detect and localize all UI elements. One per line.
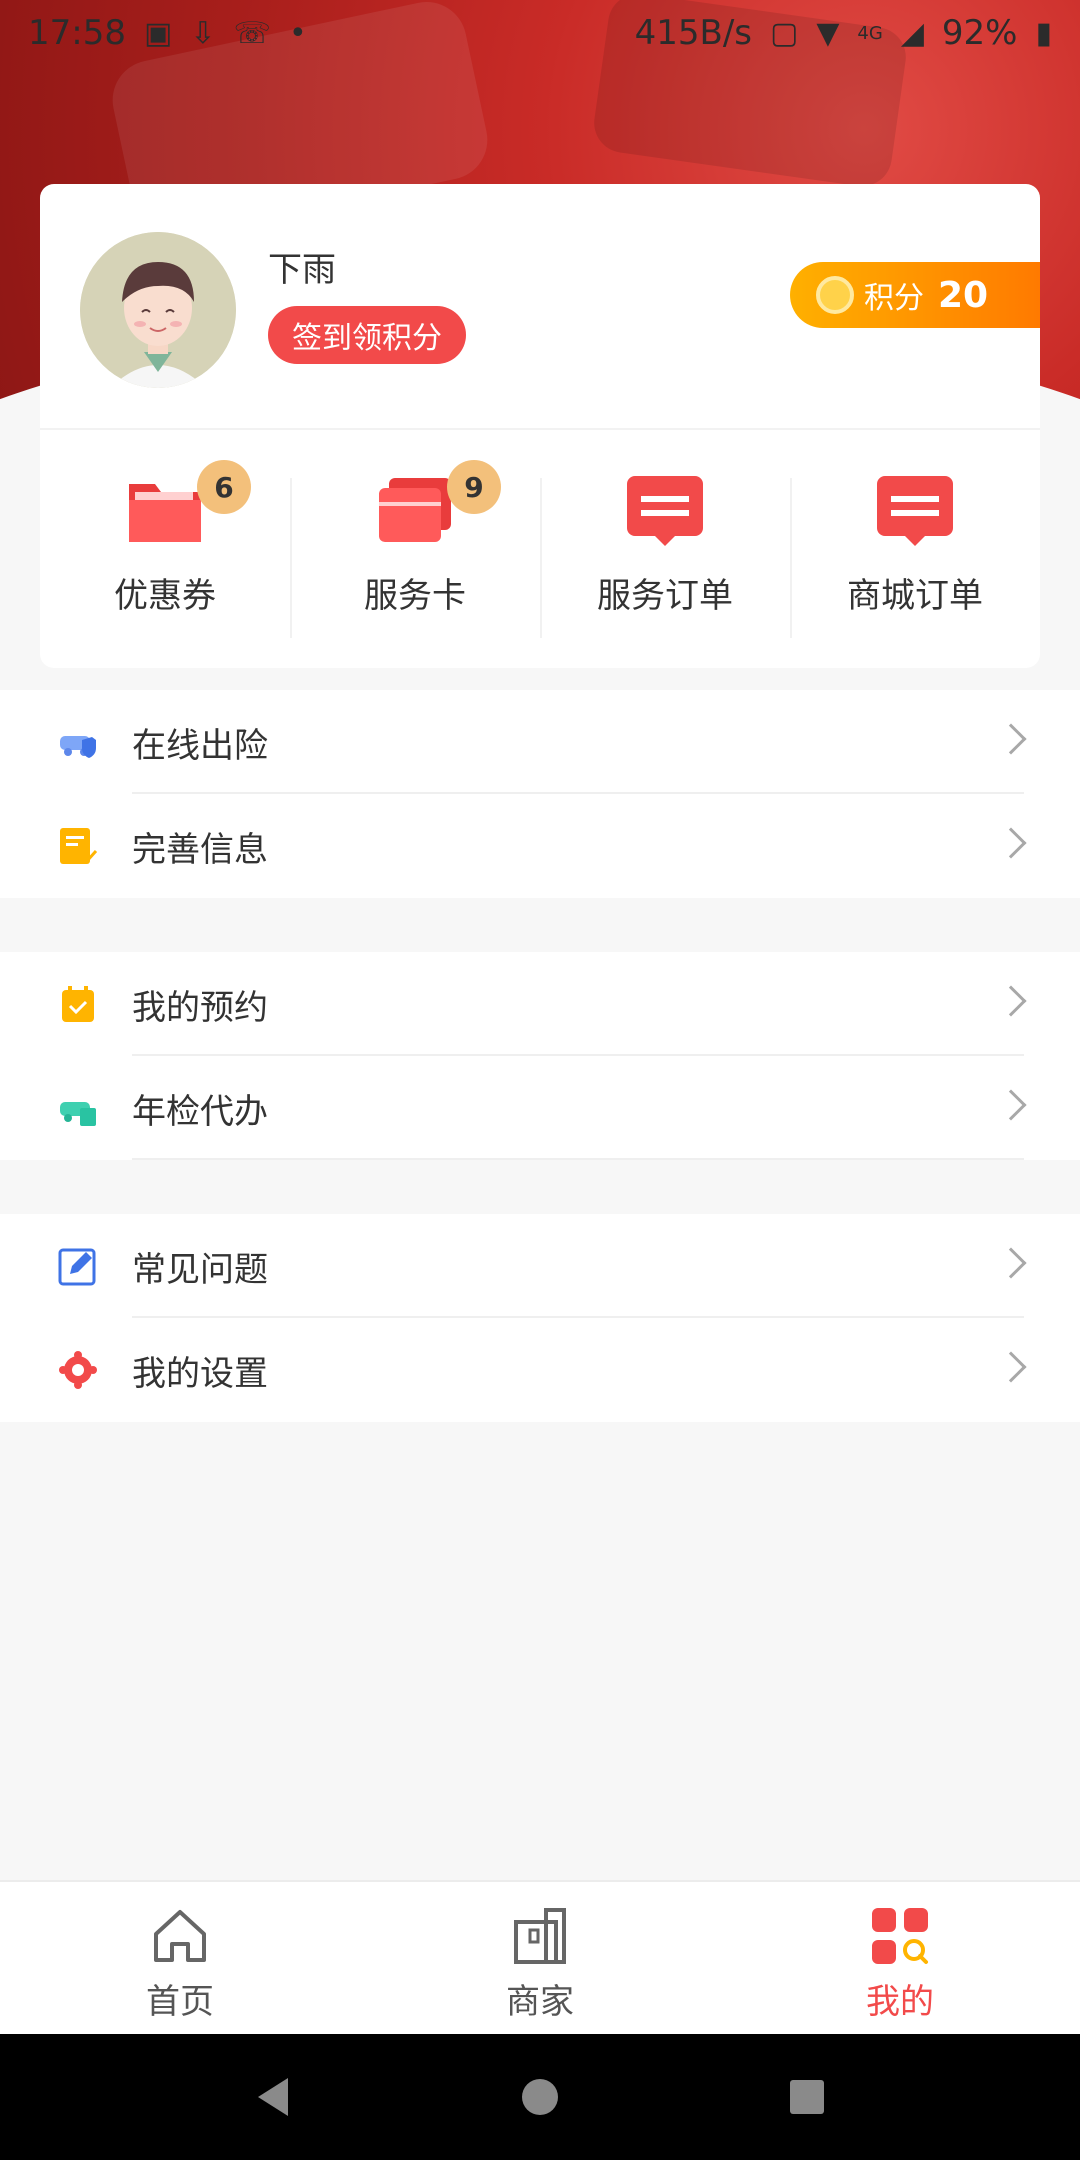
chevron-right-icon (995, 1089, 1027, 1121)
signin-button[interactable]: 签到领积分 (268, 306, 466, 364)
nav-home[interactable]: 首页 (0, 1882, 360, 2034)
menu-group-1: 在线出险 完善信息 (0, 690, 1080, 898)
home-icon (154, 1910, 206, 1962)
badge: 9 (447, 460, 501, 514)
chevron-right-icon (995, 985, 1027, 1017)
menu-label: 在线出险 (132, 725, 268, 766)
car-shield-icon (60, 736, 96, 758)
hd-icon: ▢ (769, 15, 799, 51)
nav-label: 我的 (866, 1982, 934, 2022)
menu-my-appointments[interactable]: 我的预约 (0, 952, 1080, 1056)
menu-group-2: 我的预约 年检代办 (0, 952, 1080, 1160)
menu-online-claim[interactable]: 在线出险 (0, 690, 1080, 794)
coin-icon (816, 276, 854, 314)
nav-merchants[interactable]: 商家 (360, 1882, 720, 2034)
signal-icon: ◢ (900, 15, 924, 51)
system-nav (0, 2034, 1080, 2160)
dot-icon: • (289, 15, 307, 51)
chevron-right-icon (995, 827, 1027, 859)
battery-level: 92% (941, 13, 1018, 53)
menu-label: 我的预约 (132, 987, 268, 1028)
network-speed: 415B/s (634, 13, 752, 53)
chevron-right-icon (995, 723, 1027, 755)
menu-label: 年检代办 (132, 1091, 268, 1132)
quick-service-orders[interactable]: 服务订单 (540, 468, 790, 638)
settings-icon (59, 1351, 97, 1389)
chevron-right-icon (995, 1247, 1027, 1279)
edit-icon (58, 1248, 96, 1286)
status-bar: 17:58 ▣ ⇩ ☏ • 415B/s ▢ ▼ 4G ◢ 92% ▮ (0, 0, 1080, 66)
profile-card: 下雨 签到领积分 积分 20 6 优惠券 9 服务卡 服务订单 商城订单 (40, 184, 1040, 668)
cards-icon: 9 (375, 460, 501, 546)
points-badge[interactable]: 积分 20 (790, 262, 1040, 328)
missed-call-icon: ☏ (233, 15, 271, 51)
home-button-icon[interactable] (515, 2072, 565, 2122)
document-check-icon (60, 828, 98, 864)
quick-mall-orders[interactable]: 商城订单 (790, 468, 1040, 638)
menu-complete-info[interactable]: 完善信息 (0, 794, 1080, 898)
quick-label: 服务订单 (597, 576, 733, 616)
quick-actions: 6 优惠券 9 服务卡 服务订单 商城订单 (40, 460, 1040, 638)
mine-icon (872, 1908, 928, 1964)
recents-icon[interactable] (782, 2072, 832, 2122)
chevron-right-icon (995, 1351, 1027, 1383)
quick-label: 商城订单 (847, 576, 983, 616)
menu-label: 常见问题 (132, 1249, 268, 1290)
quick-label: 优惠券 (114, 576, 216, 616)
avatar[interactable] (80, 232, 236, 388)
menu-label: 我的设置 (132, 1353, 268, 1394)
network-type: 4G (857, 22, 883, 44)
wifi-icon: ▼ (816, 15, 840, 51)
nav-mine[interactable]: 我的 (720, 1882, 1080, 2034)
points-label: 积分 (864, 281, 924, 316)
message-icon: ▣ (143, 15, 173, 51)
menu-settings[interactable]: 我的设置 (0, 1318, 1080, 1422)
car-doc-icon (60, 1102, 96, 1126)
download-icon: ⇩ (190, 15, 216, 51)
nav-label: 首页 (146, 1982, 214, 2022)
menu-label: 完善信息 (132, 829, 268, 870)
menu-group-3: 常见问题 我的设置 (0, 1214, 1080, 1422)
folder-icon: 6 (125, 460, 251, 546)
quick-service-cards[interactable]: 9 服务卡 (290, 460, 540, 638)
points-value: 20 (938, 274, 989, 316)
store-icon (514, 1908, 566, 1964)
menu-annual-inspection[interactable]: 年检代办 (0, 1056, 1080, 1160)
nav-label: 商家 (506, 1982, 574, 2022)
quick-coupons[interactable]: 6 优惠券 (40, 460, 290, 638)
bottom-nav: 首页 商家 我的 (0, 1880, 1080, 2034)
calendar-check-icon (62, 986, 94, 1022)
badge: 6 (197, 460, 251, 514)
quick-label: 服务卡 (364, 576, 466, 616)
order-icon (875, 474, 955, 546)
order-icon (625, 474, 705, 546)
menu-faq[interactable]: 常见问题 (0, 1214, 1080, 1318)
back-icon[interactable] (248, 2072, 298, 2122)
status-time: 17:58 (28, 13, 126, 53)
battery-icon: ▮ (1035, 15, 1052, 51)
user-name: 下雨 (268, 250, 336, 290)
